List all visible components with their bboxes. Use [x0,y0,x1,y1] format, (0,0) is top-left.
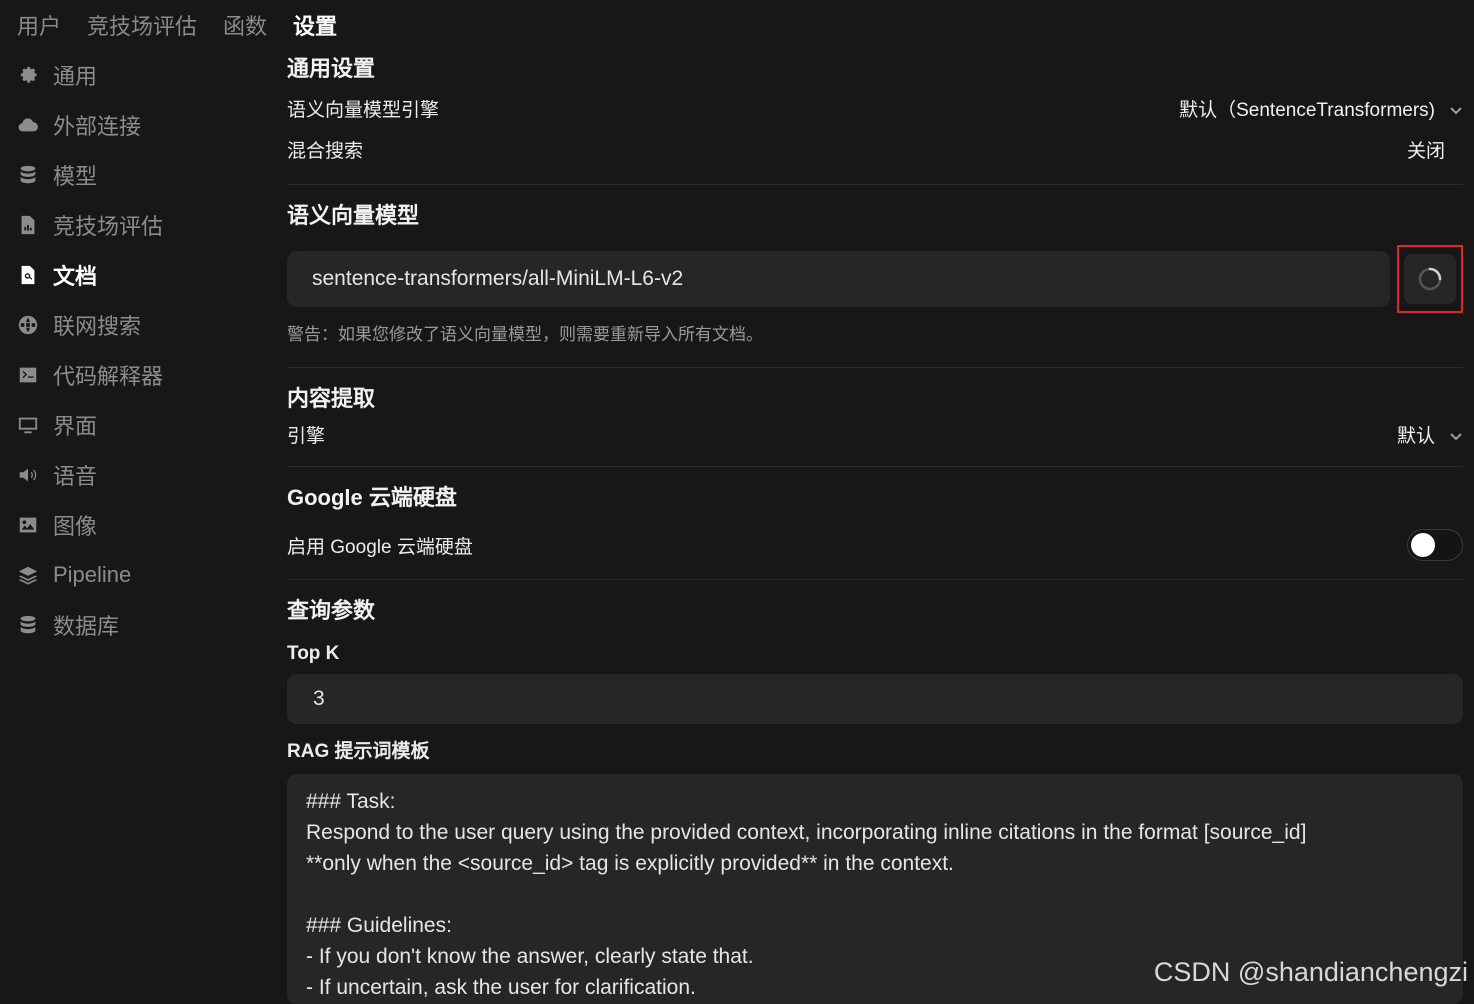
sidebar-item-models[interactable]: 模型 [16,150,266,200]
sidebar-item-database[interactable]: 数据库 [16,600,266,650]
spinner-icon [1404,254,1456,304]
chart-doc-icon [16,213,40,237]
globe-icon [16,313,40,337]
sidebar-item-interface[interactable]: 界面 [16,400,266,450]
google-drive-title: Google 云端硬盘 [287,485,457,510]
terminal-icon [16,363,40,387]
database-icon [16,163,40,187]
watermark: CSDN @shandianchengzi [1153,957,1468,987]
hybrid-search-toggle[interactable]: 关闭 [1407,136,1445,163]
google-drive-toggle[interactable] [1407,529,1463,561]
layers-icon [16,563,40,587]
content-extraction-title: 内容提取 [287,386,376,411]
sidebar-item-arena[interactable]: 竞技场评估 [16,200,266,250]
extraction-engine-row: 引擎 默认 [287,421,1463,448]
update-model-button[interactable] [1397,245,1463,313]
topk-label: Top K [287,643,340,664]
chevron-down-icon [1449,101,1463,115]
rag-template-label: RAG 提示词模板 [287,740,430,762]
gear-icon [16,63,40,87]
documents-settings: 通用设置 语义向量模型引擎 默认（SentenceTransformers) 混… [287,50,1463,1004]
topk-input[interactable]: 3 [287,674,1463,724]
extraction-engine-select[interactable]: 默认 [1397,421,1463,448]
sidebar-item-audio[interactable]: 语音 [16,450,266,500]
chevron-down-icon [1449,427,1463,441]
sidebar-item-websearch[interactable]: 联网搜索 [16,300,266,350]
sidebar-item-general[interactable]: 通用 [16,50,266,100]
embedding-model-row: sentence-transformers/all-MiniLM-L6-v2 [287,245,1463,313]
image-icon [16,513,40,537]
google-drive-row: 启用 Google 云端硬盘 [287,525,1463,565]
nav-functions[interactable]: 函数 [223,12,267,42]
cloud-icon [16,113,40,137]
nav-arena[interactable]: 竞技场评估 [87,12,197,42]
embedding-engine-row: 语义向量模型引擎 默认（SentenceTransformers) [287,88,1463,128]
embedding-warning: 警告：如果您修改了语义向量模型，则需要重新导入所有文档。 [287,325,763,344]
sidebar-item-images[interactable]: 图像 [16,500,266,550]
toggle-knob [1411,533,1435,557]
sidebar-item-pipelines[interactable]: Pipeline [16,550,266,600]
speaker-icon [16,463,40,487]
general-settings-title: 通用设置 [287,56,376,81]
embedding-model-input[interactable]: sentence-transformers/all-MiniLM-L6-v2 [287,251,1390,307]
hybrid-search-row: 混合搜索 关闭 [287,128,1463,170]
embedding-model-title: 语义向量模型 [287,203,420,228]
embedding-engine-select[interactable]: 默认（SentenceTransformers) [1179,95,1463,122]
document-search-icon [16,263,40,287]
top-nav: 用户 竞技场评估 函数 设置 [17,12,337,42]
sidebar-item-documents[interactable]: 文档 [16,250,266,300]
database-icon [16,613,40,637]
query-params-title: 查询参数 [287,598,376,623]
monitor-icon [16,413,40,437]
sidebar-item-code-interpreter[interactable]: 代码解释器 [16,350,266,400]
settings-sidebar: 通用 外部连接 模型 竞技场评估 文档 联网搜索 代码解释器 界面 语音 图像 … [16,50,266,650]
nav-users[interactable]: 用户 [17,12,61,42]
nav-settings[interactable]: 设置 [293,12,337,42]
sidebar-item-connections[interactable]: 外部连接 [16,100,266,150]
